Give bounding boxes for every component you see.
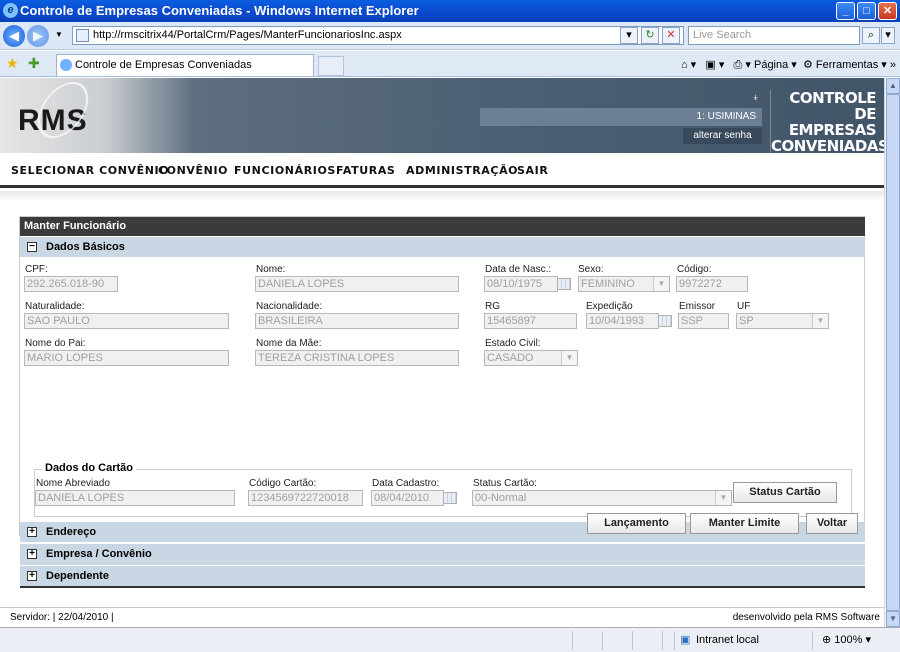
status-cartao-button[interactable]: Status Cartão <box>733 482 837 503</box>
section-dependente[interactable]: + Dependente <box>20 566 865 588</box>
refresh-icon[interactable]: ↻ <box>641 27 659 44</box>
print-icon[interactable]: ⎙ ▾ <box>734 59 751 71</box>
tab-bar: ★ ✚ Controle de Empresas Conveniadas ⌂ ▾… <box>0 51 900 77</box>
browser-status-bar: ▣ Intranet local ⊕ 100% ▾ <box>0 627 900 652</box>
favorites-star-icon[interactable]: ★ <box>6 55 19 72</box>
server-info: Servidor: | 22/04/2010 | <box>10 612 114 623</box>
back-button[interactable]: ◀ <box>3 25 25 47</box>
tools-menu[interactable]: ⚙ Ferramentas ▾ <box>803 59 887 71</box>
section-empresa-convenio[interactable]: + Empresa / Convênio <box>20 544 865 565</box>
cpf-field[interactable]: 292.265.018-90 <box>24 276 118 292</box>
section-dados-basicos[interactable]: − Dados Básicos <box>20 237 865 257</box>
form-title: Manter Funcionário <box>20 217 865 236</box>
page-icon <box>76 29 89 42</box>
naturalidade-field[interactable]: SAO PAULO <box>24 313 229 329</box>
zoom-control[interactable]: ⊕ 100% ▾ <box>822 628 871 652</box>
calendar-icon[interactable] <box>557 278 571 290</box>
search-icon[interactable]: ⌕ <box>862 27 880 44</box>
pin-icon: ⍖ <box>752 90 760 104</box>
page-content: RMS 1: USIMINAS alterar senha ⍖ CONTROLE… <box>0 78 884 627</box>
menu-sair[interactable]: SAIR <box>517 164 548 177</box>
minimize-button[interactable]: _ <box>836 2 855 20</box>
vertical-scrollbar[interactable]: ▲ ▼ <box>884 78 900 627</box>
new-tab-button[interactable] <box>318 56 344 76</box>
voltar-button[interactable]: Voltar <box>806 513 858 534</box>
home-icon[interactable]: ⌂ ▾ <box>681 59 696 71</box>
lancamento-button[interactable]: Lançamento <box>587 513 686 534</box>
menu-selecionar-convenio[interactable]: SELECIONAR CONVÊNIO <box>11 164 169 177</box>
address-input[interactable]: http://rmscitrix44/PortalCrm/Pages/Mante… <box>72 26 684 45</box>
search-options-icon[interactable]: ▾ <box>881 27 895 44</box>
expand-icon[interactable]: + <box>27 549 37 559</box>
scroll-thumb[interactable] <box>886 94 900 611</box>
page-menu[interactable]: Página ▾ <box>754 59 797 71</box>
codigo-cartao-field[interactable]: 1234569722720018 <box>248 490 363 506</box>
stop-icon[interactable]: ✕ <box>662 27 680 44</box>
page-footer: Servidor: | 22/04/2010 | desenvolvido pe… <box>0 607 884 627</box>
history-dropdown-icon[interactable]: ▼ <box>55 30 63 39</box>
nome-pai-field[interactable]: MARIO LOPES <box>24 350 229 366</box>
security-zone: Intranet local <box>696 634 759 646</box>
command-bar: ⌂ ▾ ▣ ▾ ⎙ ▾ Página ▾ ⚙ Ferramentas ▾ » <box>680 59 896 71</box>
maximize-button[interactable]: □ <box>857 2 876 20</box>
estado-civil-select[interactable]: CASADO ▼ <box>484 350 578 366</box>
tab-active[interactable]: Controle de Empresas Conveniadas <box>56 54 314 76</box>
employee-form: Manter Funcionário − Dados Básicos CPF: … <box>19 216 865 588</box>
menu-administracao[interactable]: ADMINISTRAÇÃO <box>406 164 518 177</box>
card-legend: Dados do Cartão <box>42 462 137 474</box>
menu-funcionarios[interactable]: FUNCIONÁRIOS <box>234 164 336 177</box>
nome-mae-field[interactable]: TEREZA CRISTINA LOPES <box>255 350 459 366</box>
user-company: 1: USIMINAS <box>480 108 762 126</box>
calendar-icon[interactable] <box>658 315 672 327</box>
rms-logo: RMS <box>18 82 97 138</box>
expedicao-field[interactable]: 10/04/1993 <box>586 313 659 329</box>
uf-select[interactable]: SP ▼ <box>736 313 829 329</box>
status-cartao-select[interactable]: 00-Normal ▼ <box>472 490 732 506</box>
data-nasc-field[interactable]: 08/10/1975 <box>484 276 558 292</box>
feeds-icon[interactable]: ▣ ▾ <box>705 59 724 71</box>
ie-page-icon <box>60 59 72 71</box>
nacionalidade-field[interactable]: BRASILEIRA <box>255 313 459 329</box>
expand-icon[interactable]: + <box>27 571 37 581</box>
address-dropdown-icon[interactable]: ▾ <box>620 27 638 44</box>
change-password-link[interactable]: alterar senha <box>683 128 762 144</box>
developer-credit: desenvolvido pela RMS Software <box>732 612 880 623</box>
data-cadastro-field[interactable]: 08/04/2010 <box>371 490 444 506</box>
search-input[interactable]: Live Search <box>688 26 860 45</box>
intranet-icon: ▣ <box>680 634 691 646</box>
menu-faturas[interactable]: FATURAS <box>336 164 395 177</box>
brand-title: CONTROLE DE EMPRESAS CONVENIADAS <box>770 89 884 155</box>
rg-field[interactable]: 15465897 <box>484 313 577 329</box>
close-button[interactable]: ✕ <box>878 2 897 20</box>
codigo-field[interactable]: 9972272 <box>676 276 748 292</box>
ie-logo-icon: e <box>3 3 18 18</box>
calendar-icon[interactable] <box>443 492 457 504</box>
collapse-icon[interactable]: − <box>27 242 37 252</box>
header-banner: RMS 1: USIMINAS alterar senha ⍖ CONTROLE… <box>0 78 884 155</box>
scroll-up-icon[interactable]: ▲ <box>886 78 900 94</box>
main-menu: SELECIONAR CONVÊNIO CONVÊNIO FUNCIONÁRIO… <box>0 153 884 188</box>
address-toolbar: ◀ ▶ ▼ http://rmscitrix44/PortalCrm/Pages… <box>0 22 900 50</box>
emissor-field[interactable]: SSP <box>678 313 729 329</box>
sexo-select[interactable]: FEMININO ▼ <box>578 276 670 292</box>
expand-icon[interactable]: + <box>27 527 37 537</box>
scroll-down-icon[interactable]: ▼ <box>886 611 900 627</box>
forward-button[interactable]: ▶ <box>27 25 49 47</box>
nome-field[interactable]: DANIELA LOPES <box>255 276 459 292</box>
window-title-bar: e Controle de Empresas Conveniadas - Win… <box>0 0 900 22</box>
add-favorites-icon[interactable]: ✚ <box>28 55 40 72</box>
nome-abreviado-field[interactable]: DANIELA LOPES <box>35 490 235 506</box>
window-title: Controle de Empresas Conveniadas - Windo… <box>20 3 419 18</box>
manter-limite-button[interactable]: Manter Limite <box>690 513 799 534</box>
menu-convenio[interactable]: CONVÊNIO <box>158 164 228 177</box>
